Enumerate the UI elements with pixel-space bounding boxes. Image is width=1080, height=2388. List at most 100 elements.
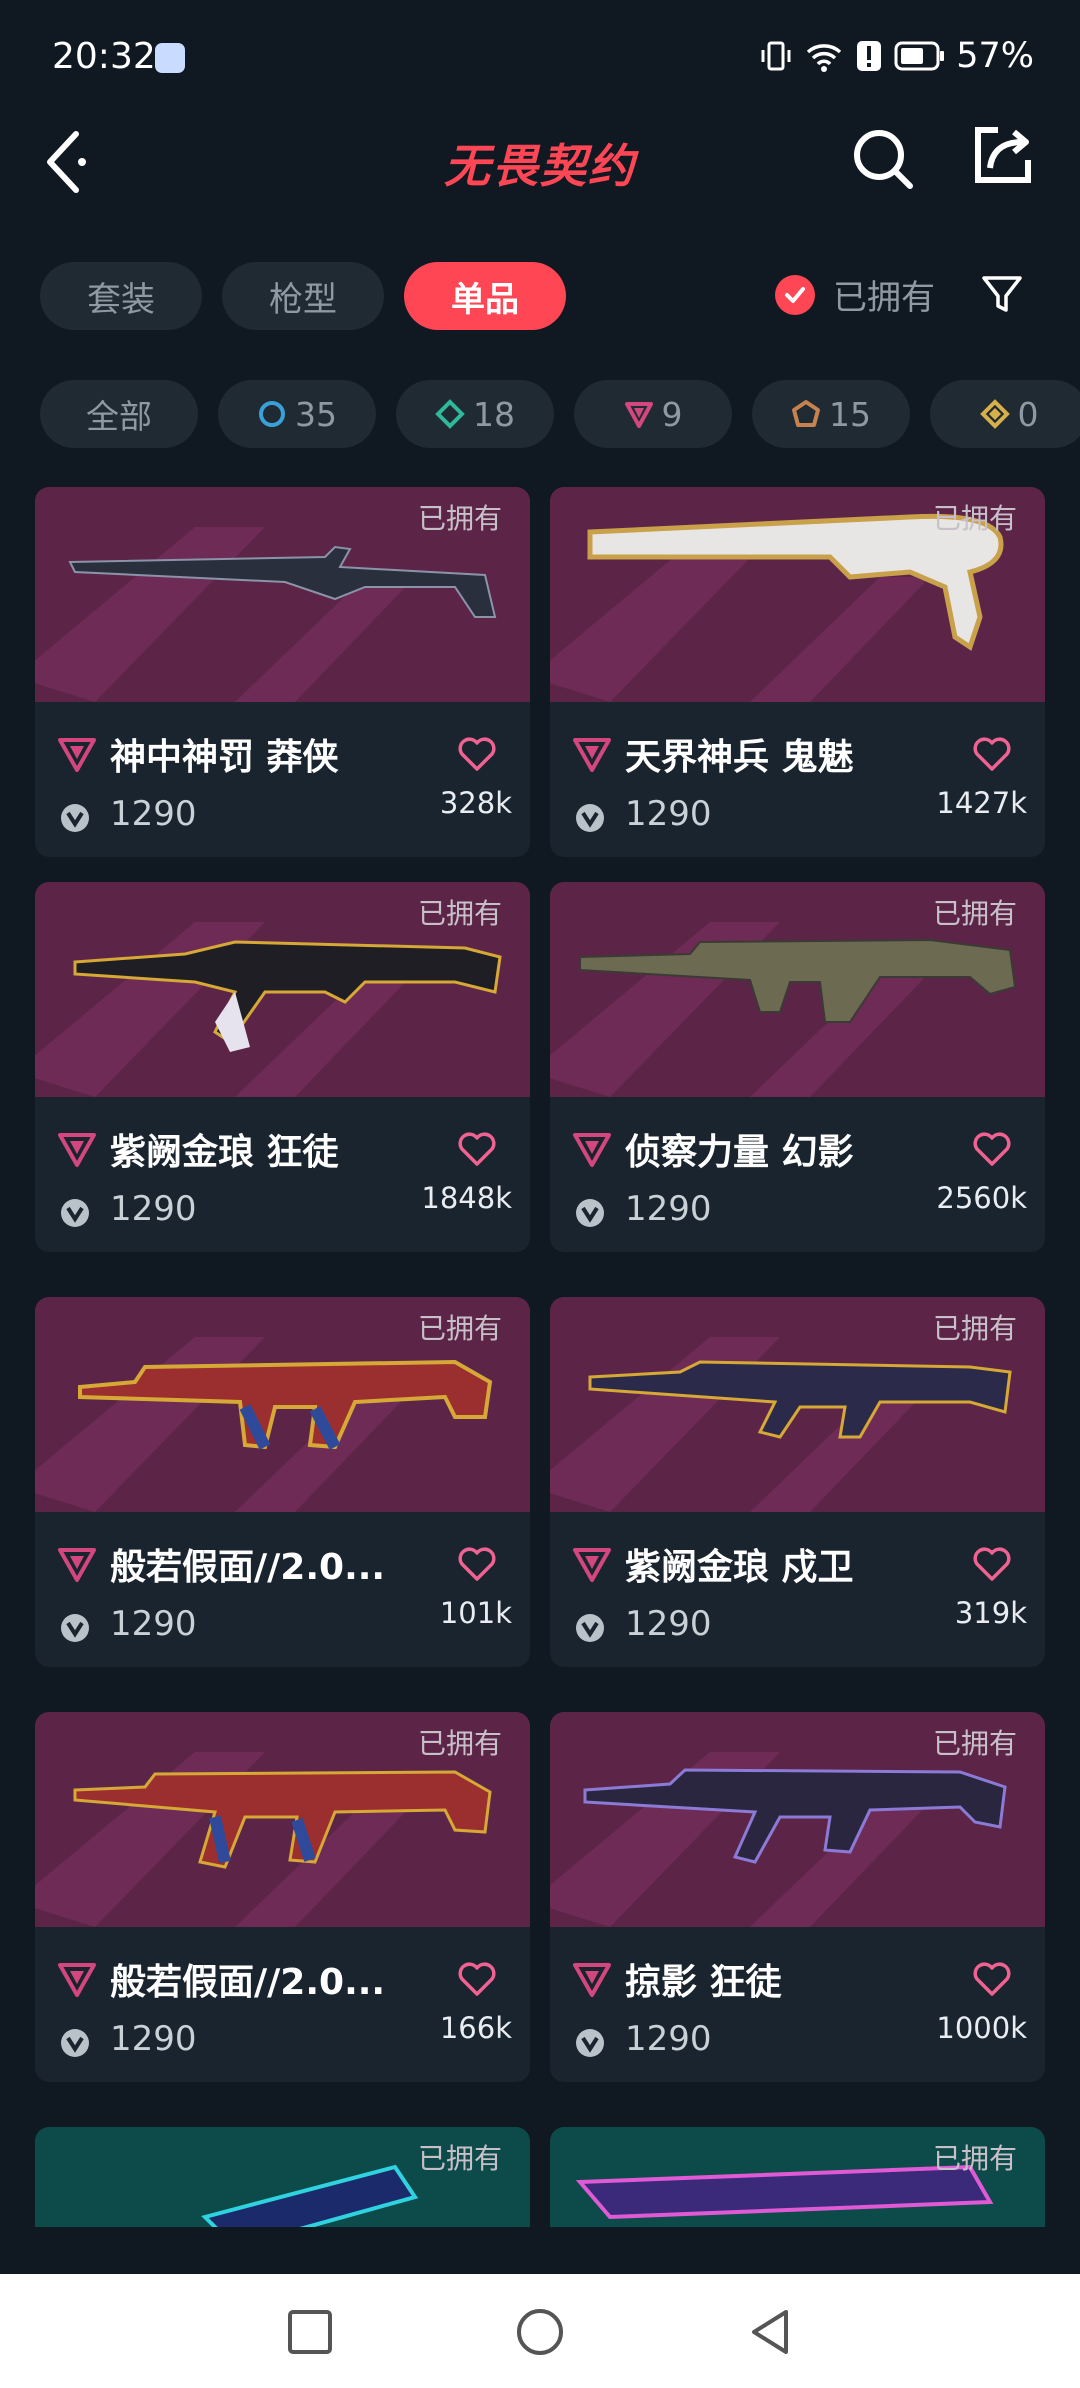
skin-image: 已拥有 bbox=[550, 882, 1045, 1097]
owned-filter-label: 已拥有 bbox=[833, 278, 935, 318]
valorant-points-icon bbox=[576, 804, 604, 832]
owned-tag: 已拥有 bbox=[932, 502, 1017, 535]
tab-bundles[interactable]: 套装 bbox=[40, 262, 202, 330]
owned-tag: 已拥有 bbox=[932, 2142, 1017, 2175]
owned-tag: 已拥有 bbox=[417, 502, 502, 535]
valorant-points-icon bbox=[576, 1199, 604, 1227]
app-header: 无畏契约 bbox=[0, 110, 1080, 260]
chip-tier-premium[interactable]: 9 bbox=[574, 380, 732, 448]
chip-label: 全部 bbox=[86, 397, 152, 436]
like-count: 328k bbox=[439, 786, 512, 820]
skin-image: 已拥有 bbox=[550, 1297, 1045, 1512]
skin-card[interactable]: 已拥有 般若假面//2.0... 1290 166k bbox=[35, 1712, 530, 2082]
skin-card[interactable]: 已拥有 掠影 狂徒 1290 1000k bbox=[550, 1712, 1045, 2082]
skin-grid: 已拥有 神中神罚 莽侠 1290 328k 已拥有 天界神兵 鬼魅 1290 1… bbox=[35, 487, 1045, 2227]
search-icon[interactable] bbox=[848, 124, 918, 194]
select-tier-icon bbox=[259, 401, 285, 427]
price: 1290 bbox=[625, 1604, 712, 1644]
skin-name: 紫阙金琅 戍卫 bbox=[625, 1547, 854, 1588]
back-nav-icon[interactable] bbox=[742, 2304, 798, 2360]
exclusive-tier-icon bbox=[979, 399, 1010, 429]
skin-name: 般若假面//2.0... bbox=[110, 1547, 386, 1588]
battery-percent: 57% bbox=[956, 36, 1034, 76]
owned-tag: 已拥有 bbox=[417, 2142, 502, 2175]
skin-image: 已拥有 bbox=[35, 1712, 530, 1927]
system-nav-bar bbox=[0, 2274, 1080, 2388]
skin-image: 已拥有 bbox=[35, 487, 530, 702]
tab-items[interactable]: 单品 bbox=[404, 262, 566, 330]
heart-icon[interactable] bbox=[457, 1546, 497, 1582]
vibrate-icon bbox=[761, 41, 791, 71]
premium-tier-icon bbox=[573, 1133, 611, 1167]
heart-icon[interactable] bbox=[972, 1961, 1012, 1997]
skin-card[interactable]: 已拥有 bbox=[35, 2127, 530, 2227]
valorant-points-icon bbox=[576, 2029, 604, 2057]
heart-icon[interactable] bbox=[457, 736, 497, 772]
like-count: 319k bbox=[954, 1596, 1027, 1630]
skin-card[interactable]: 已拥有 bbox=[550, 2127, 1045, 2227]
chip-tier-ultra[interactable]: 15 bbox=[752, 380, 910, 448]
skin-card[interactable]: 已拥有 侦察力量 幻影 1290 2560k bbox=[550, 882, 1045, 1252]
premium-tier-icon bbox=[624, 402, 653, 428]
skin-card[interactable]: 已拥有 般若假面//2.0... 1290 101k bbox=[35, 1297, 530, 1667]
valorant-points-icon bbox=[61, 2029, 89, 2057]
share-icon[interactable] bbox=[970, 122, 1036, 188]
price: 1290 bbox=[110, 1604, 197, 1644]
chip-tier-select[interactable]: 35 bbox=[218, 380, 376, 448]
skin-name: 天界神兵 鬼魅 bbox=[625, 737, 854, 778]
price: 1290 bbox=[625, 794, 712, 834]
chip-tier-deluxe[interactable]: 18 bbox=[396, 380, 554, 448]
owned-tag: 已拥有 bbox=[417, 1312, 502, 1345]
skin-name: 紫阙金琅 狂徒 bbox=[110, 1132, 339, 1173]
status-time: 20:32 bbox=[52, 36, 156, 77]
price: 1290 bbox=[625, 2019, 712, 2059]
valorant-points-icon bbox=[61, 1614, 89, 1642]
owned-tag: 已拥有 bbox=[417, 897, 502, 930]
battery-icon bbox=[894, 41, 945, 71]
filter-icon[interactable] bbox=[980, 272, 1024, 316]
skin-image: 已拥有 bbox=[35, 882, 530, 1097]
price: 1290 bbox=[110, 2019, 197, 2059]
tier-chips: 全部 35 18 9 15 0 bbox=[40, 380, 1080, 448]
premium-tier-icon bbox=[58, 1548, 96, 1582]
owned-tag: 已拥有 bbox=[932, 1312, 1017, 1345]
heart-icon[interactable] bbox=[457, 1961, 497, 1997]
like-count: 2560k bbox=[936, 1181, 1027, 1215]
like-count: 166k bbox=[439, 2011, 512, 2045]
deluxe-tier-icon bbox=[435, 399, 465, 429]
heart-icon[interactable] bbox=[457, 1131, 497, 1167]
owned-tag: 已拥有 bbox=[417, 1727, 502, 1760]
premium-tier-icon bbox=[58, 1133, 96, 1167]
alert-icon bbox=[857, 41, 882, 71]
chip-tier-exclusive[interactable]: 0 bbox=[930, 380, 1080, 448]
heart-icon[interactable] bbox=[972, 1131, 1012, 1167]
heart-icon[interactable] bbox=[972, 1546, 1012, 1582]
chip-all[interactable]: 全部 bbox=[40, 380, 198, 448]
price: 1290 bbox=[625, 1189, 712, 1229]
premium-tier-icon bbox=[573, 1963, 611, 1997]
owned-tag: 已拥有 bbox=[932, 1727, 1017, 1760]
skin-card[interactable]: 已拥有 紫阙金琅 戍卫 1290 319k bbox=[550, 1297, 1045, 1667]
like-count: 1848k bbox=[421, 1181, 512, 1215]
skin-card[interactable]: 已拥有 神中神罚 莽侠 1290 328k bbox=[35, 487, 530, 857]
recent-apps-icon[interactable] bbox=[282, 2304, 338, 2360]
like-count: 1427k bbox=[936, 786, 1027, 820]
owned-filter-toggle[interactable]: 已拥有 bbox=[775, 270, 935, 319]
skin-name: 般若假面//2.0... bbox=[110, 1962, 386, 2003]
home-icon[interactable] bbox=[512, 2304, 568, 2360]
chip-count: 9 bbox=[661, 394, 683, 434]
tab-weapon-types[interactable]: 枪型 bbox=[222, 262, 384, 330]
price: 1290 bbox=[110, 1189, 197, 1229]
status-indicators: 57% bbox=[758, 36, 1034, 76]
skin-card[interactable]: 已拥有 天界神兵 鬼魅 1290 1427k bbox=[550, 487, 1045, 857]
skin-card[interactable]: 已拥有 紫阙金琅 狂徒 1290 1848k bbox=[35, 882, 530, 1252]
valorant-points-icon bbox=[61, 1199, 89, 1227]
skin-name: 掠影 狂徒 bbox=[625, 1962, 782, 2003]
premium-tier-icon bbox=[58, 1963, 96, 1997]
status-bar: 20:32 57% bbox=[0, 0, 1080, 110]
skin-image: 已拥有 bbox=[550, 487, 1045, 702]
page-title: 无畏契约 bbox=[444, 139, 636, 193]
heart-icon[interactable] bbox=[972, 736, 1012, 772]
premium-tier-icon bbox=[573, 738, 611, 772]
wifi-icon bbox=[807, 44, 842, 72]
